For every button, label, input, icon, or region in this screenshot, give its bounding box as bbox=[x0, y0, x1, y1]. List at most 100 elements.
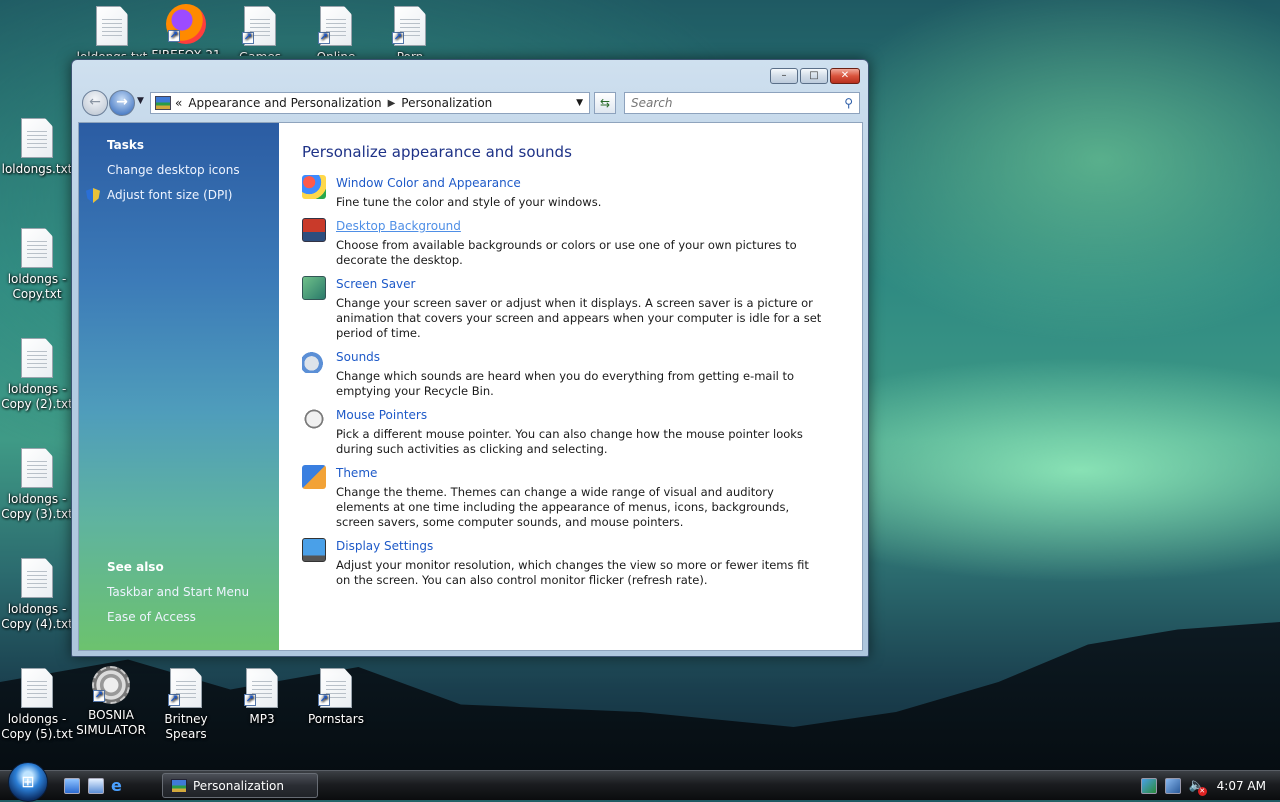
desktop-icon-loldongs-copy-2[interactable]: loldongs - Copy (2).txt bbox=[1, 338, 73, 412]
desktop-icon-loldongs[interactable]: loldongs.txt bbox=[1, 118, 73, 177]
main-panel: Personalize appearance and sounds Window… bbox=[279, 123, 862, 650]
desktop-icon-label: Pornstars bbox=[308, 712, 364, 726]
breadcrumb-overflow[interactable]: « bbox=[175, 96, 182, 110]
desktop-icon-label: BOSNIA SIMULATOR bbox=[76, 708, 146, 737]
search-input[interactable] bbox=[625, 96, 845, 110]
desktop-icon-loldongs-copy-4[interactable]: loldongs - Copy (4).txt bbox=[1, 558, 73, 632]
option-sounds: Sounds Change which sounds are heard whe… bbox=[302, 349, 822, 399]
display-icon[interactable] bbox=[302, 538, 326, 562]
forward-button[interactable]: → bbox=[109, 90, 135, 116]
text-file-icon bbox=[21, 338, 53, 378]
desktop-icon-label: loldongs.txt bbox=[76, 50, 148, 56]
task-change-desktop-icons[interactable]: Change desktop icons bbox=[107, 163, 240, 177]
taskbar-button-label: Personalization bbox=[193, 778, 284, 793]
windows-logo-icon: ⊞ bbox=[21, 772, 35, 791]
search-icon[interactable]: ⚲ bbox=[844, 96, 853, 110]
desktop-icon-loldongs-copy-3[interactable]: loldongs - Copy (3).txt bbox=[1, 448, 73, 522]
desktop-icon-britney-spears[interactable]: ↗ Britney Spears bbox=[150, 668, 222, 742]
clock[interactable]: 4:07 AM bbox=[1217, 779, 1266, 793]
network-icon[interactable] bbox=[1140, 778, 1157, 794]
shortcut-arrow-icon: ↗ bbox=[168, 694, 180, 706]
text-file-icon bbox=[21, 228, 53, 268]
link-window-color[interactable]: Window Color and Appearance bbox=[336, 175, 822, 191]
link-display-settings[interactable]: Display Settings bbox=[336, 538, 822, 554]
breadcrumb-appearance[interactable]: Appearance and Personalization bbox=[188, 96, 381, 110]
option-desktop-background: Desktop Background Choose from available… bbox=[302, 218, 822, 268]
shortcut-arrow-icon: ↗ bbox=[392, 32, 404, 44]
volume-muted-icon[interactable]: 🔈 ✕ bbox=[1189, 778, 1207, 796]
desc-sounds: Change which sounds are heard when you d… bbox=[336, 369, 795, 398]
desktop-icon-label: loldongs - Copy.txt bbox=[7, 272, 67, 301]
recent-pages-dropdown[interactable]: ▼ bbox=[137, 96, 144, 106]
link-mouse-pointers[interactable]: Mouse Pointers bbox=[336, 407, 822, 423]
arrow-right-icon: → bbox=[116, 94, 128, 110]
see-also-taskbar-start-menu[interactable]: Taskbar and Start Menu bbox=[107, 585, 249, 599]
desktop-icon-loldongs-copy-5[interactable]: loldongs - Copy (5).txt bbox=[1, 668, 73, 742]
title-bar-buttons: – □ ✕ bbox=[770, 68, 860, 84]
desktop-icon-label: loldongs - Copy (5).txt bbox=[1, 712, 73, 741]
search-box[interactable]: ⚲ bbox=[624, 92, 860, 114]
shortcut-arrow-icon: ↗ bbox=[318, 32, 330, 44]
close-button[interactable]: ✕ bbox=[830, 68, 860, 84]
desktop-background-icon[interactable] bbox=[302, 218, 326, 242]
desktop-icon-label: Games bbox=[224, 50, 296, 56]
address-bar[interactable]: « Appearance and Personalization ▶ Perso… bbox=[150, 92, 590, 114]
desktop-icon-games[interactable]: ↗ Games bbox=[224, 6, 296, 56]
show-desktop-icon[interactable] bbox=[64, 778, 80, 794]
taskbar-button-personalization[interactable]: Personalization bbox=[162, 773, 318, 798]
theme-icon[interactable] bbox=[302, 465, 326, 489]
desktop-icon-label: Britney Spears bbox=[164, 712, 208, 741]
shortcut-arrow-icon: ↗ bbox=[318, 694, 330, 706]
breadcrumb-personalization[interactable]: Personalization bbox=[401, 96, 492, 110]
navigation-bar: ← → ▼ « Appearance and Personalization ▶… bbox=[80, 90, 862, 116]
desktop-icon-pornstars[interactable]: ↗ Pornstars bbox=[300, 668, 372, 727]
screen-saver-icon[interactable] bbox=[302, 276, 326, 300]
minimize-button[interactable]: – bbox=[770, 68, 798, 84]
link-desktop-background[interactable]: Desktop Background bbox=[336, 218, 822, 234]
refresh-button[interactable]: ⇆ bbox=[594, 92, 616, 114]
task-adjust-font-size[interactable]: Adjust font size (DPI) bbox=[107, 188, 232, 202]
task-pane: Tasks Change desktop icons Adjust font s… bbox=[79, 123, 279, 650]
option-mouse-pointers: Mouse Pointers Pick a different mouse po… bbox=[302, 407, 822, 457]
sounds-icon[interactable] bbox=[302, 349, 326, 373]
refresh-icon: ⇆ bbox=[599, 96, 611, 110]
link-theme[interactable]: Theme bbox=[336, 465, 822, 481]
palette-icon[interactable] bbox=[302, 175, 326, 199]
see-also-ease-of-access[interactable]: Ease of Access bbox=[107, 610, 196, 624]
desktop-icon-porn[interactable]: ↗ Porn bbox=[374, 6, 446, 56]
link-sounds[interactable]: Sounds bbox=[336, 349, 822, 365]
desktop-icon-label: MP3 bbox=[249, 712, 275, 726]
option-screen-saver: Screen Saver Change your screen saver or… bbox=[302, 276, 822, 341]
text-file-icon bbox=[21, 668, 53, 708]
desktop-icon-online[interactable]: ↗ Online bbox=[300, 6, 372, 56]
internet-explorer-icon[interactable]: e bbox=[111, 778, 127, 794]
desktop-icon-loldongs-top[interactable]: loldongs.txt bbox=[76, 6, 148, 56]
desc-display-settings: Adjust your monitor resolution, which ch… bbox=[336, 558, 809, 587]
text-file-icon bbox=[96, 6, 128, 46]
back-button[interactable]: ← bbox=[82, 90, 108, 116]
desktop-icon-loldongs-copy[interactable]: loldongs - Copy.txt bbox=[1, 228, 73, 302]
control-panel-icon bbox=[155, 96, 171, 110]
switch-windows-icon[interactable] bbox=[88, 778, 104, 794]
desktop-icon-firefox[interactable]: ↗ FIREFOX 21 bbox=[150, 4, 222, 54]
shortcut-arrow-icon: ↗ bbox=[168, 30, 180, 42]
breadcrumb-separator-icon[interactable]: ▶ bbox=[388, 98, 396, 109]
address-dropdown-icon[interactable]: ▼ bbox=[576, 98, 583, 108]
desc-theme: Change the theme. Themes can change a wi… bbox=[336, 485, 790, 529]
desktop-icon-label: loldongs - Copy (2).txt bbox=[1, 382, 73, 411]
desktop-icon-mp3[interactable]: ↗ MP3 bbox=[226, 668, 298, 727]
control-panel-icon bbox=[171, 778, 187, 793]
maximize-button[interactable]: □ bbox=[800, 68, 828, 84]
link-screen-saver[interactable]: Screen Saver bbox=[336, 276, 822, 292]
option-theme: Theme Change the theme. Themes can chang… bbox=[302, 465, 822, 530]
shortcut-arrow-icon: ↗ bbox=[93, 690, 105, 702]
taskbar: ⊞ e Personalization 🔈 ✕ 4:07 AM bbox=[0, 762, 1280, 802]
start-button[interactable]: ⊞ bbox=[8, 762, 48, 802]
shortcut-arrow-icon: ↗ bbox=[244, 694, 256, 706]
text-file-icon bbox=[21, 558, 53, 598]
text-file-icon bbox=[21, 118, 53, 158]
notification-area: 🔈 ✕ 4:07 AM bbox=[1140, 771, 1280, 801]
network-status-icon[interactable] bbox=[1164, 778, 1181, 794]
desktop-icon-bosnia-simulator[interactable]: ↗ BOSNIA SIMULATOR bbox=[75, 666, 147, 738]
mouse-icon[interactable] bbox=[302, 407, 326, 431]
